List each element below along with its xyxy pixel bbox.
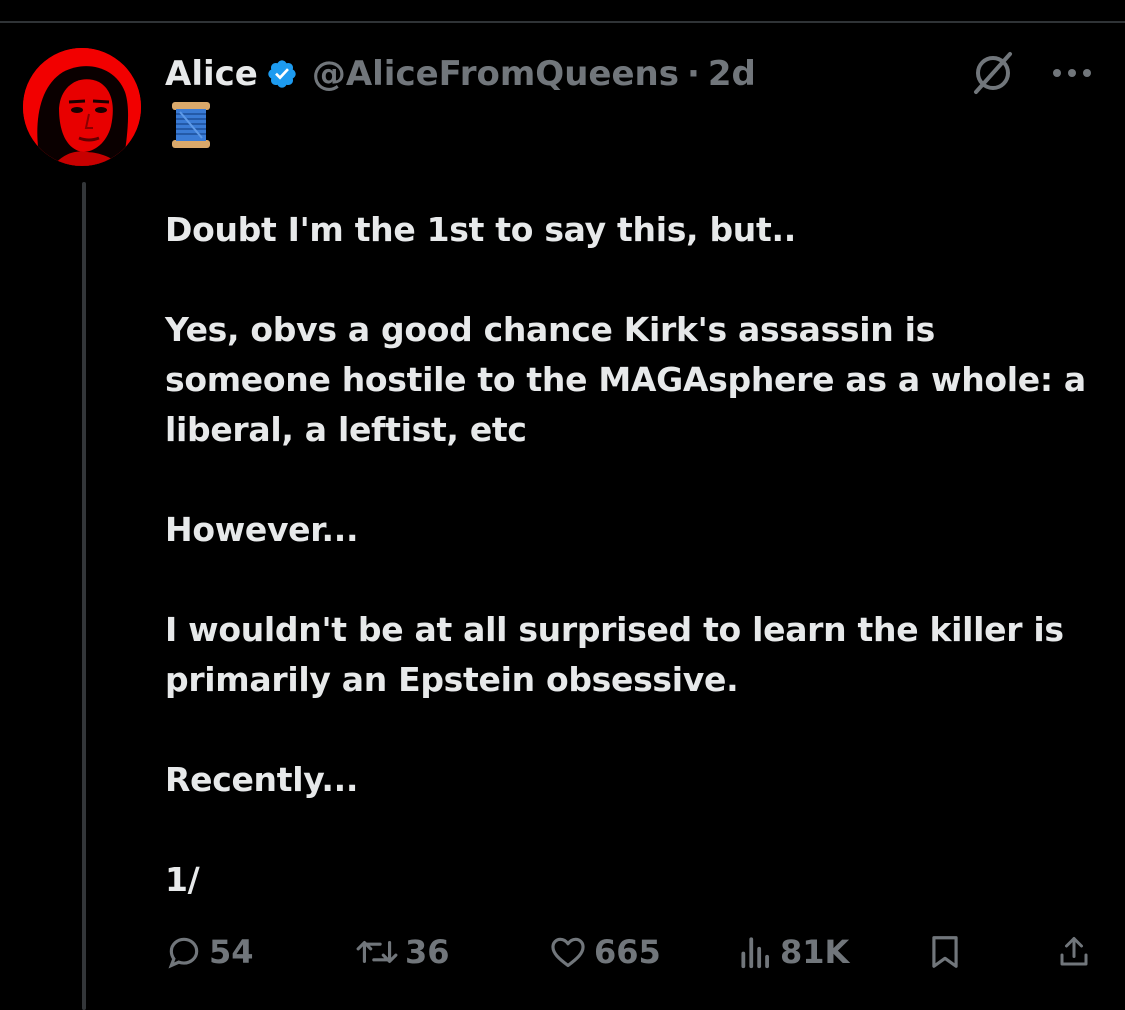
views-icon xyxy=(741,937,769,969)
bookmark-icon xyxy=(932,936,958,968)
top-divider xyxy=(0,21,1125,23)
views-count: 81K xyxy=(780,933,850,971)
author-name[interactable]: Alice xyxy=(165,54,258,94)
tweet-paragraph: I wouldn't be at all surprised to learn … xyxy=(165,610,1064,699)
reply-button[interactable]: 54 xyxy=(165,930,254,974)
tweet-paragraph: However... xyxy=(165,510,359,549)
spool-of-thread-icon xyxy=(172,102,210,148)
share-icon xyxy=(1060,937,1088,966)
author-handle[interactable]: @AliceFromQueens xyxy=(312,54,679,94)
repost-button[interactable]: 36 xyxy=(355,930,450,974)
thread-connector-line xyxy=(82,182,86,1010)
like-count: 665 xyxy=(594,933,661,971)
tweet-paragraph: Doubt I'm the 1st to say this, but.. xyxy=(165,210,796,249)
bookmark-button[interactable] xyxy=(929,930,961,974)
views-button[interactable]: 81K xyxy=(738,930,849,974)
reply-icon xyxy=(168,937,199,969)
share-button[interactable] xyxy=(1056,930,1092,974)
tweet-paragraph: 1/ xyxy=(165,860,200,899)
more-icon[interactable] xyxy=(1050,62,1094,84)
timestamp[interactable]: 2d xyxy=(708,54,756,94)
like-button[interactable]: 665 xyxy=(548,930,661,974)
tweet-text: Doubt I'm the 1st to say this, but.. Yes… xyxy=(165,205,1100,955)
repost-icon xyxy=(356,941,398,963)
avatar-image xyxy=(23,48,141,166)
tweet-paragraph: Recently... xyxy=(165,760,359,799)
like-icon xyxy=(551,937,585,968)
avatar[interactable] xyxy=(23,48,141,166)
grok-icon[interactable] xyxy=(968,48,1018,98)
separator-dot: · xyxy=(686,54,700,94)
reply-count: 54 xyxy=(209,933,254,971)
tweet-header: Alice @AliceFromQueens · 2d xyxy=(165,52,756,96)
repost-count: 36 xyxy=(405,933,450,971)
tweet-paragraph: Yes, obvs a good chance Kirk's assassin … xyxy=(165,310,1086,449)
verified-badge-icon xyxy=(268,60,296,88)
